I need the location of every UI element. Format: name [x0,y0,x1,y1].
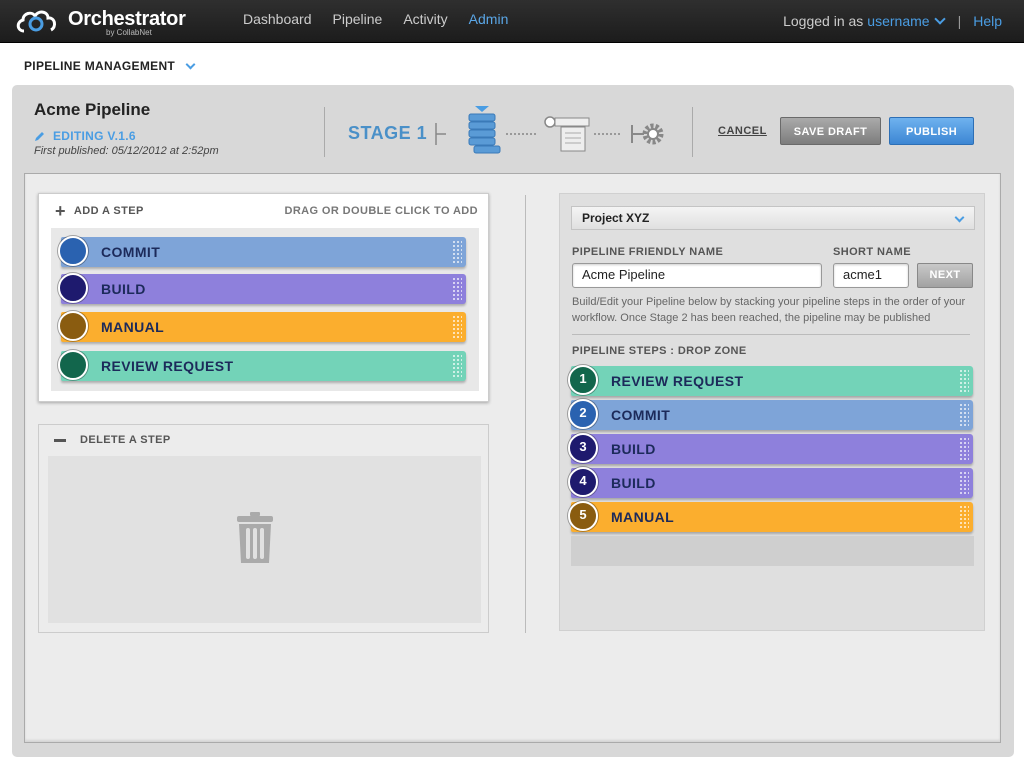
drag-hint: DRAG OR DOUBLE CLICK TO ADD [284,205,478,217]
step-circle [58,236,88,266]
save-draft-button[interactable]: SAVE DRAFT [780,117,881,145]
step-manual[interactable]: MANUAL [58,311,466,342]
cancel-button[interactable]: CANCEL [718,125,767,137]
short-name-input[interactable]: acme1 [833,263,909,288]
app-title: Orchestrator [68,8,186,30]
stage-indicator: STAGE 1 [348,123,428,143]
drag-handle-icon[interactable] [452,354,462,378]
step-number: 2 [579,405,587,420]
pipeline-step[interactable]: 5 MANUAL [568,501,973,532]
divider [324,107,325,157]
nav-activity[interactable]: Activity [403,0,447,43]
column-divider [525,195,526,633]
next-button[interactable]: NEXT [917,263,973,288]
step-label: BUILD [611,475,656,491]
drag-handle-icon[interactable] [452,240,462,264]
step-number: 1 [579,371,587,386]
friendly-name-input[interactable]: Acme Pipeline [572,263,822,288]
short-name-label: SHORT NAME [833,246,911,258]
nav-dashboard[interactable]: Dashboard [243,0,312,43]
section-title[interactable]: PIPELINE MANAGEMENT [24,59,196,73]
first-published: First published: 05/12/2012 at 2:52pm [34,145,219,157]
drag-handle-icon[interactable] [959,369,969,393]
step-label: BUILD [611,441,656,457]
step-number: 3 [579,439,587,454]
drag-handle-icon[interactable] [959,505,969,529]
chevron-down-icon[interactable] [185,59,196,69]
project-select-value: Project XYZ [582,211,650,225]
divider [572,334,970,335]
separator: | [957,13,962,29]
pipeline-form-panel: Project XYZ PIPELINE FRIENDLY NAME SHORT… [559,193,985,631]
pencil-icon [35,132,44,141]
step-label: REVIEW REQUEST [101,358,234,374]
publish-button[interactable]: PUBLISH [889,117,974,145]
step-number: 5 [579,507,587,522]
delete-step-header: DELETE A STEP [54,434,171,446]
top-bar: Orchestrator by CollabNet Dashboard Pipe… [0,0,1024,43]
step-circle [58,273,88,303]
available-steps: COMMIT BUILD MANUAL REVIEW REQUEST [51,228,479,391]
stage-progress-icons [435,106,664,154]
username-link[interactable]: username [867,1,929,42]
pipeline-step[interactable]: 1 REVIEW REQUEST [568,365,973,396]
section-title-label: PIPELINE MANAGEMENT [24,59,176,73]
drag-handle-icon[interactable] [959,403,969,427]
user-box: Logged in as username | Help [783,0,1002,43]
pipeline-header: Acme Pipeline EDITING V.1.6 First publis… [12,85,1014,173]
editing-version[interactable]: EDITING V.1.6 [34,129,136,143]
delete-step-title: DELETE A STEP [80,434,171,446]
friendly-name-label: PIPELINE FRIENDLY NAME [572,246,724,258]
trash-icon [237,512,273,563]
app-subtitle: by CollabNet [106,28,152,37]
help-link[interactable]: Help [973,1,1002,42]
step-label: BUILD [101,281,146,297]
plus-icon: + [55,201,66,221]
step-label: MANUAL [611,509,675,525]
pipeline-step[interactable]: 4 BUILD [568,467,973,498]
instructions-text: Build/Edit your Pipeline below by stacki… [572,296,966,324]
drop-zone-label: PIPELINE STEPS : DROP ZONE [572,345,747,357]
step-label: COMMIT [611,407,671,423]
drag-handle-icon[interactable] [959,471,969,495]
minus-icon [54,438,66,442]
nav-pipeline[interactable]: Pipeline [333,0,383,43]
main-nav: Dashboard Pipeline Activity Admin [243,0,529,43]
delete-drop-zone[interactable] [48,456,481,623]
drag-handle-icon[interactable] [452,277,462,301]
orchestrator-logo[interactable]: Orchestrator by CollabNet [14,5,186,39]
cloud-logo-icon [16,10,57,33]
delete-step-box: DELETE A STEP [38,424,489,633]
divider [692,107,693,157]
step-label: COMMIT [101,244,161,260]
chevron-down-icon[interactable] [933,13,946,25]
add-step-title: ADD A STEP [73,205,144,217]
editing-label: EDITING V.1.6 [53,129,136,143]
pipeline-step[interactable]: 3 BUILD [568,433,973,464]
step-build[interactable]: BUILD [58,273,466,304]
step-circle [58,350,88,380]
project-select[interactable]: Project XYZ [571,206,975,230]
step-number: 4 [579,473,587,488]
drag-handle-icon[interactable] [452,315,462,339]
nav-admin[interactable]: Admin [469,0,509,43]
drag-handle-icon[interactable] [959,437,969,461]
pipeline-name: Acme Pipeline [34,100,151,119]
step-label: REVIEW REQUEST [611,373,744,389]
add-step-box: + ADD A STEP DRAG OR DOUBLE CLICK TO ADD… [38,193,489,402]
logged-in-label: Logged in as [783,13,864,29]
chevron-down-icon [954,212,965,223]
step-circle [58,311,88,341]
step-label: MANUAL [101,319,165,335]
pipeline-step[interactable]: 2 COMMIT [568,399,973,430]
step-review-request[interactable]: REVIEW REQUEST [58,350,466,381]
drop-zone-empty-slot[interactable] [571,536,974,566]
step-commit[interactable]: COMMIT [58,236,466,267]
add-step-header: + ADD A STEP [55,202,144,220]
